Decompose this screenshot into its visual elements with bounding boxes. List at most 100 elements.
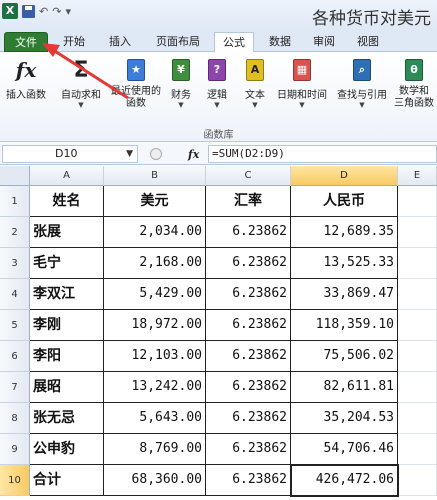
cell-e2[interactable] xyxy=(398,217,437,248)
cell-a5[interactable]: 李刚 xyxy=(30,310,104,341)
qat-customize-icon[interactable]: ▾ xyxy=(65,5,71,18)
excel-app-icon[interactable]: X xyxy=(2,3,18,19)
tab-home[interactable]: 开始 xyxy=(56,32,92,52)
cell-b7[interactable]: 13,242.00 xyxy=(104,372,206,403)
cell-c2[interactable]: 6.23862 xyxy=(206,217,291,248)
text-functions-label: 文本 xyxy=(245,90,265,101)
spreadsheet-grid[interactable]: A B C D E 1 姓名 美元 汇率 人民币 2 张展 2,034.00 6.23862 12,689.… xyxy=(0,166,437,500)
cell-b4[interactable]: 5,429.00 xyxy=(104,279,206,310)
cell-b6[interactable]: 12,103.00 xyxy=(104,341,206,372)
cell-d5[interactable]: 118,359.10 xyxy=(291,310,398,341)
cell-b5[interactable]: 18,972.00 xyxy=(104,310,206,341)
cell-c3[interactable]: 6.23862 xyxy=(206,248,291,279)
column-header-b[interactable]: B xyxy=(104,166,206,186)
cell-a9[interactable]: 公申豹 xyxy=(30,434,104,465)
cell-d7[interactable]: 82,611.81 xyxy=(291,372,398,403)
tab-view[interactable]: 视图 xyxy=(350,32,386,52)
cell-c9[interactable]: 6.23862 xyxy=(206,434,291,465)
text-functions-button[interactable]: A 文本 ▼ xyxy=(240,57,270,109)
cell-e4[interactable] xyxy=(398,279,437,310)
formula-cancel-icon[interactable] xyxy=(150,148,162,160)
row-header-1[interactable]: 1 xyxy=(0,186,30,217)
row-header-6[interactable]: 6 xyxy=(0,341,30,372)
recently-used-button[interactable]: ★ 最近使用的 函数 xyxy=(108,57,164,110)
cell-b10[interactable]: 68,360.00 xyxy=(104,465,206,496)
cell-e7[interactable] xyxy=(398,372,437,403)
insert-function-fx-icon[interactable]: fx xyxy=(188,148,199,161)
cell-a10[interactable]: 合计 xyxy=(30,465,104,496)
cell-e9[interactable] xyxy=(398,434,437,465)
tab-page-layout[interactable]: 页面布局 xyxy=(146,32,210,52)
date-time-button[interactable]: ▦ 日期和时间 ▼ xyxy=(272,57,332,109)
column-header-d[interactable]: D xyxy=(291,166,398,186)
cell-c5[interactable]: 6.23862 xyxy=(206,310,291,341)
row-header-4[interactable]: 4 xyxy=(0,279,30,310)
cell-a3[interactable]: 毛宁 xyxy=(30,248,104,279)
column-header-e[interactable]: E xyxy=(398,166,437,186)
recently-used-label-2: 函数 xyxy=(126,98,146,109)
cell-e5[interactable] xyxy=(398,310,437,341)
cell-e8[interactable] xyxy=(398,403,437,434)
insert-function-button[interactable]: fx 插入函数 xyxy=(2,57,50,101)
name-box[interactable]: D10 ▼ xyxy=(2,145,138,163)
autosum-button[interactable]: Σ 自动求和 ▼ xyxy=(56,57,106,110)
logical-button[interactable]: ? 逻辑 ▼ xyxy=(202,57,232,109)
cell-d4[interactable]: 33,869.47 xyxy=(291,279,398,310)
cell-e3[interactable] xyxy=(398,248,437,279)
tab-insert[interactable]: 插入 xyxy=(100,32,140,52)
row-header-5[interactable]: 5 xyxy=(0,310,30,341)
cell-b2[interactable]: 2,034.00 xyxy=(104,217,206,248)
row-header-2[interactable]: 2 xyxy=(0,217,30,248)
tab-data[interactable]: 数据 xyxy=(262,32,298,52)
tab-review[interactable]: 审阅 xyxy=(306,32,342,52)
logical-label: 逻辑 xyxy=(207,90,227,101)
formula-input[interactable]: =SUM(D2:D9) xyxy=(208,145,437,163)
cell-d10[interactable]: 426,472.06 xyxy=(291,465,398,496)
cell-d3[interactable]: 13,525.33 xyxy=(291,248,398,279)
cell-b1[interactable]: 美元 xyxy=(104,186,206,217)
row-header-7[interactable]: 7 xyxy=(0,372,30,403)
save-icon[interactable] xyxy=(22,4,35,18)
cell-d2[interactable]: 12,689.35 xyxy=(291,217,398,248)
cell-c7[interactable]: 6.23862 xyxy=(206,372,291,403)
logical-book-icon: ? xyxy=(206,57,228,83)
cell-d9[interactable]: 54,706.46 xyxy=(291,434,398,465)
tab-file[interactable]: 文件 xyxy=(4,32,48,52)
cell-a1[interactable]: 姓名 xyxy=(30,186,104,217)
undo-icon[interactable]: ↶ xyxy=(39,5,48,18)
row-header-8[interactable]: 8 xyxy=(0,403,30,434)
cell-c8[interactable]: 6.23862 xyxy=(206,403,291,434)
column-header-a[interactable]: A xyxy=(30,166,104,186)
cell-a4[interactable]: 李双江 xyxy=(30,279,104,310)
name-box-dropdown-icon[interactable]: ▼ xyxy=(126,146,133,162)
row-header-10[interactable]: 10 xyxy=(0,465,30,496)
cell-c6[interactable]: 6.23862 xyxy=(206,341,291,372)
cell-d6[interactable]: 75,506.02 xyxy=(291,341,398,372)
function-library-group-label: 函数库 xyxy=(203,130,234,141)
cell-a6[interactable]: 李阳 xyxy=(30,341,104,372)
redo-icon[interactable]: ↷ xyxy=(52,5,61,18)
row-header-3[interactable]: 3 xyxy=(0,248,30,279)
cell-b8[interactable]: 5,643.00 xyxy=(104,403,206,434)
cell-b3[interactable]: 2,168.00 xyxy=(104,248,206,279)
row-header-9[interactable]: 9 xyxy=(0,434,30,465)
math-trig-button[interactable]: θ 数学和 三角函数 xyxy=(392,57,436,110)
cell-a2[interactable]: 张展 xyxy=(30,217,104,248)
cell-e6[interactable] xyxy=(398,341,437,372)
cell-a8[interactable]: 张无忌 xyxy=(30,403,104,434)
column-header-c[interactable]: C xyxy=(206,166,291,186)
financial-button[interactable]: ¥ 财务 ▼ xyxy=(166,57,196,109)
cell-d8[interactable]: 35,204.53 xyxy=(291,403,398,434)
cell-c10[interactable]: 6.23862 xyxy=(206,465,291,496)
tab-formulas[interactable]: 公式 xyxy=(214,32,254,53)
cell-c4[interactable]: 6.23862 xyxy=(206,279,291,310)
select-all-corner[interactable] xyxy=(0,166,30,186)
cell-c1[interactable]: 汇率 xyxy=(206,186,291,217)
ribbon-formulas: fx 插入函数 Σ 自动求和 ▼ ★ 最近使用的 函数 ¥ 财务 ▼ ? 逻辑 … xyxy=(0,52,437,142)
lookup-reference-button[interactable]: ⌕ 查找与引用 ▼ xyxy=(332,57,392,109)
cell-e10[interactable] xyxy=(398,465,437,496)
cell-b9[interactable]: 8,769.00 xyxy=(104,434,206,465)
cell-d1[interactable]: 人民币 xyxy=(291,186,398,217)
cell-a7[interactable]: 展昭 xyxy=(30,372,104,403)
cell-e1[interactable] xyxy=(398,186,437,217)
